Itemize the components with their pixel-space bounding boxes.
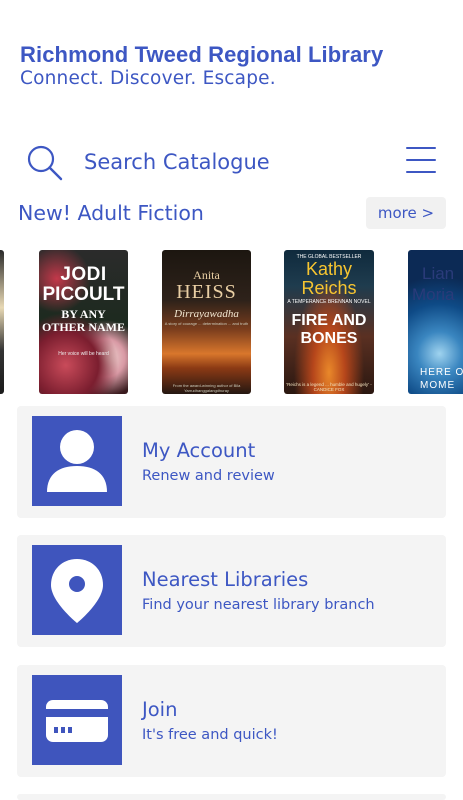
book-title: HERE O	[420, 367, 463, 378]
user-icon	[32, 416, 122, 506]
book-tagline: Her voice will be heard	[58, 351, 109, 357]
card-title: My Account	[142, 439, 256, 462]
more-button[interactable]: more >	[366, 197, 446, 229]
book-author: Moria	[412, 285, 455, 304]
book-title: MOME	[420, 380, 456, 391]
card-subtitle: Find your nearest library branch	[142, 597, 375, 613]
book-title: BONES	[300, 330, 358, 347]
book-series: A TEMPERANCE BRENNAN NOVEL	[287, 299, 371, 305]
book-cover[interactable]: THE GLOBAL BESTSELLER Kathy Reichs A TEM…	[284, 250, 374, 394]
library-title: Richmond Tweed Regional Library	[20, 42, 384, 67]
nearest-libraries-card[interactable]: Nearest Libraries Find your nearest libr…	[17, 535, 446, 647]
book-author: PICOULT	[42, 284, 125, 305]
book-carousel[interactable]: JODI PICOULT BY ANY OTHER NAME Her voice…	[0, 250, 463, 394]
book-author: Kathy	[305, 259, 353, 279]
book-blurb: A story of courage ... determination ...…	[164, 321, 249, 326]
book-author: Reichs	[301, 278, 357, 298]
card-title: Nearest Libraries	[142, 568, 309, 591]
search-icon[interactable]	[26, 144, 64, 182]
book-cover[interactable]: Anita HEISS Dirrayawadha A story of cour…	[162, 250, 251, 394]
credit-card-icon	[32, 675, 122, 765]
card-partial[interactable]	[17, 794, 446, 800]
book-cover[interactable]: Lian Moria HERE O MOME	[408, 250, 463, 394]
book-author: Lian	[422, 264, 455, 283]
section-title: New! Adult Fiction	[18, 201, 204, 225]
join-card[interactable]: Join It's free and quick!	[17, 665, 446, 777]
search-input[interactable]: Search Catalogue	[84, 150, 270, 174]
card-subtitle: It's free and quick!	[142, 727, 278, 743]
book-author: JODI	[60, 264, 107, 285]
app-header: Richmond Tweed Regional Library Connect.…	[20, 42, 383, 89]
book-title: Dirrayawadha	[174, 308, 239, 320]
book-author: HEISS	[176, 281, 237, 303]
hamburger-menu-icon[interactable]	[406, 147, 436, 175]
location-pin-icon	[32, 545, 122, 635]
library-tagline: Connect. Discover. Escape.	[20, 68, 276, 89]
book-cover[interactable]: JODI PICOULT BY ANY OTHER NAME Her voice…	[39, 250, 128, 394]
card-title: Join	[142, 698, 178, 721]
search-bar[interactable]: Search Catalogue	[26, 142, 438, 182]
my-account-card[interactable]: My Account Renew and review	[17, 406, 446, 518]
book-footer: From the award-winning author of Bila Ya…	[172, 383, 241, 393]
card-subtitle: Renew and review	[142, 468, 275, 484]
book-title: BY ANY OTHER NAME	[41, 307, 125, 334]
book-title: FIRE AND	[291, 312, 367, 329]
book-quote: 'Reichs is a legend ... humble and hugel…	[286, 382, 372, 392]
book-cover-partial[interactable]	[0, 250, 4, 394]
